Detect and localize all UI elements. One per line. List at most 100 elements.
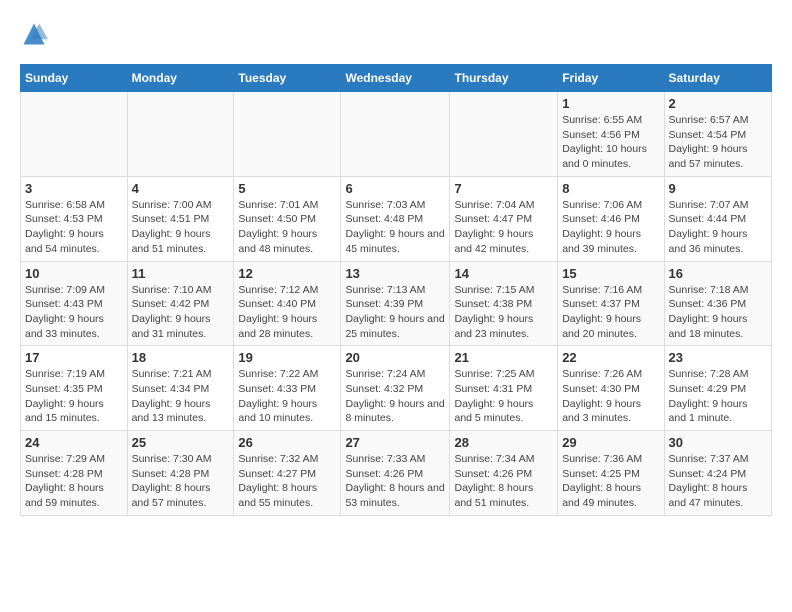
day-info: Sunrise: 7:32 AM Sunset: 4:27 PM Dayligh… bbox=[238, 452, 336, 511]
day-info: Sunrise: 7:12 AM Sunset: 4:40 PM Dayligh… bbox=[238, 283, 336, 342]
week-row-3: 10 Sunrise: 7:09 AM Sunset: 4:43 PM Dayli… bbox=[21, 261, 772, 346]
day-number: 6 bbox=[345, 181, 445, 196]
calendar-cell: 10 Sunrise: 7:09 AM Sunset: 4:43 PM Dayli… bbox=[21, 261, 128, 346]
calendar-cell: 26Sunrise: 7:32 AM Sunset: 4:27 PM Dayli… bbox=[234, 431, 341, 516]
calendar-cell: 17 Sunrise: 7:19 AM Sunset: 4:35 PM Dayli… bbox=[21, 346, 128, 431]
calendar-cell: 4Sunrise: 7:00 AM Sunset: 4:51 PM Daylig… bbox=[127, 176, 234, 261]
day-number: 12 bbox=[238, 266, 336, 281]
calendar-cell: 13 Sunrise: 7:13 AM Sunset: 4:39 PM Dayli… bbox=[341, 261, 450, 346]
day-info: Sunrise: 6:58 AM Sunset: 4:53 PM Dayligh… bbox=[25, 198, 123, 257]
day-info: Sunrise: 7:18 AM Sunset: 4:36 PM Dayligh… bbox=[669, 283, 767, 342]
calendar-cell: 23 Sunrise: 7:28 AM Sunset: 4:29 PM Dayli… bbox=[664, 346, 771, 431]
day-info: Sunrise: 7:04 AM Sunset: 4:47 PM Dayligh… bbox=[454, 198, 553, 257]
day-number: 14 bbox=[454, 266, 553, 281]
calendar-cell: 2 Sunrise: 6:57 AM Sunset: 4:54 PM Daylig… bbox=[664, 92, 771, 177]
day-info: Sunrise: 7:06 AM Sunset: 4:46 PM Dayligh… bbox=[562, 198, 659, 257]
calendar-cell: 14 Sunrise: 7:15 AM Sunset: 4:38 PM Dayli… bbox=[450, 261, 558, 346]
day-info: Sunrise: 7:28 AM Sunset: 4:29 PM Dayligh… bbox=[669, 367, 767, 426]
calendar-cell: 8Sunrise: 7:06 AM Sunset: 4:46 PM Daylig… bbox=[558, 176, 664, 261]
day-info: Sunrise: 7:01 AM Sunset: 4:50 PM Dayligh… bbox=[238, 198, 336, 257]
day-number: 25 bbox=[132, 435, 230, 450]
day-info: Sunrise: 7:16 AM Sunset: 4:37 PM Dayligh… bbox=[562, 283, 659, 342]
day-info: Sunrise: 7:24 AM Sunset: 4:32 PM Dayligh… bbox=[345, 367, 445, 426]
weekday-header-monday: Monday bbox=[127, 65, 234, 92]
day-number: 11 bbox=[132, 266, 230, 281]
day-info: Sunrise: 7:29 AM Sunset: 4:28 PM Dayligh… bbox=[25, 452, 123, 511]
day-number: 17 bbox=[25, 350, 123, 365]
day-info: Sunrise: 7:15 AM Sunset: 4:38 PM Dayligh… bbox=[454, 283, 553, 342]
calendar-cell: 28 Sunrise: 7:34 AM Sunset: 4:26 PM Dayli… bbox=[450, 431, 558, 516]
calendar-cell bbox=[341, 92, 450, 177]
day-number: 7 bbox=[454, 181, 553, 196]
day-info: Sunrise: 7:13 AM Sunset: 4:39 PM Dayligh… bbox=[345, 283, 445, 342]
day-info: Sunrise: 7:09 AM Sunset: 4:43 PM Dayligh… bbox=[25, 283, 123, 342]
day-info: Sunrise: 6:57 AM Sunset: 4:54 PM Dayligh… bbox=[669, 113, 767, 172]
week-row-2: 3 Sunrise: 6:58 AM Sunset: 4:53 PM Daylig… bbox=[21, 176, 772, 261]
calendar-cell: 1 Sunrise: 6:55 AM Sunset: 4:56 PM Daylig… bbox=[558, 92, 664, 177]
day-number: 24 bbox=[25, 435, 123, 450]
day-info: Sunrise: 7:22 AM Sunset: 4:33 PM Dayligh… bbox=[238, 367, 336, 426]
calendar-cell: 25 Sunrise: 7:30 AM Sunset: 4:28 PM Dayli… bbox=[127, 431, 234, 516]
day-info: Sunrise: 7:34 AM Sunset: 4:26 PM Dayligh… bbox=[454, 452, 553, 511]
weekday-header-sunday: Sunday bbox=[21, 65, 128, 92]
calendar-cell bbox=[234, 92, 341, 177]
day-info: Sunrise: 7:19 AM Sunset: 4:35 PM Dayligh… bbox=[25, 367, 123, 426]
weekday-header-row: SundayMondayTuesdayWednesdayThursdayFrid… bbox=[21, 65, 772, 92]
header bbox=[20, 20, 772, 48]
day-number: 23 bbox=[669, 350, 767, 365]
day-number: 29 bbox=[562, 435, 659, 450]
calendar-cell bbox=[450, 92, 558, 177]
day-number: 3 bbox=[25, 181, 123, 196]
day-info: Sunrise: 7:10 AM Sunset: 4:42 PM Dayligh… bbox=[132, 283, 230, 342]
day-number: 28 bbox=[454, 435, 553, 450]
calendar-cell: 19Sunrise: 7:22 AM Sunset: 4:33 PM Dayli… bbox=[234, 346, 341, 431]
day-info: Sunrise: 7:00 AM Sunset: 4:51 PM Dayligh… bbox=[132, 198, 230, 257]
day-number: 10 bbox=[25, 266, 123, 281]
calendar-cell: 16 Sunrise: 7:18 AM Sunset: 4:36 PM Dayli… bbox=[664, 261, 771, 346]
day-info: Sunrise: 7:26 AM Sunset: 4:30 PM Dayligh… bbox=[562, 367, 659, 426]
week-row-4: 17 Sunrise: 7:19 AM Sunset: 4:35 PM Dayli… bbox=[21, 346, 772, 431]
calendar-cell bbox=[21, 92, 128, 177]
weekday-header-wednesday: Wednesday bbox=[341, 65, 450, 92]
day-number: 16 bbox=[669, 266, 767, 281]
day-info: Sunrise: 7:30 AM Sunset: 4:28 PM Dayligh… bbox=[132, 452, 230, 511]
calendar-cell: 7 Sunrise: 7:04 AM Sunset: 4:47 PM Daylig… bbox=[450, 176, 558, 261]
day-number: 27 bbox=[345, 435, 445, 450]
day-number: 21 bbox=[454, 350, 553, 365]
calendar-cell bbox=[127, 92, 234, 177]
day-number: 30 bbox=[669, 435, 767, 450]
day-number: 15 bbox=[562, 266, 659, 281]
calendar-cell: 22Sunrise: 7:26 AM Sunset: 4:30 PM Dayli… bbox=[558, 346, 664, 431]
day-info: Sunrise: 7:03 AM Sunset: 4:48 PM Dayligh… bbox=[345, 198, 445, 257]
day-number: 20 bbox=[345, 350, 445, 365]
day-info: Sunrise: 7:21 AM Sunset: 4:34 PM Dayligh… bbox=[132, 367, 230, 426]
week-row-1: 1 Sunrise: 6:55 AM Sunset: 4:56 PM Daylig… bbox=[21, 92, 772, 177]
calendar-table: SundayMondayTuesdayWednesdayThursdayFrid… bbox=[20, 64, 772, 516]
day-info: Sunrise: 7:25 AM Sunset: 4:31 PM Dayligh… bbox=[454, 367, 553, 426]
calendar-cell: 21 Sunrise: 7:25 AM Sunset: 4:31 PM Dayli… bbox=[450, 346, 558, 431]
calendar-cell: 27 Sunrise: 7:33 AM Sunset: 4:26 PM Dayli… bbox=[341, 431, 450, 516]
day-number: 18 bbox=[132, 350, 230, 365]
logo bbox=[20, 20, 52, 48]
day-number: 9 bbox=[669, 181, 767, 196]
weekday-header-saturday: Saturday bbox=[664, 65, 771, 92]
calendar-cell: 11 Sunrise: 7:10 AM Sunset: 4:42 PM Dayli… bbox=[127, 261, 234, 346]
calendar-cell: 5 Sunrise: 7:01 AM Sunset: 4:50 PM Daylig… bbox=[234, 176, 341, 261]
day-number: 13 bbox=[345, 266, 445, 281]
day-number: 5 bbox=[238, 181, 336, 196]
day-number: 2 bbox=[669, 96, 767, 111]
day-info: Sunrise: 7:33 AM Sunset: 4:26 PM Dayligh… bbox=[345, 452, 445, 511]
calendar-cell: 18 Sunrise: 7:21 AM Sunset: 4:34 PM Dayli… bbox=[127, 346, 234, 431]
day-number: 1 bbox=[562, 96, 659, 111]
calendar-cell: 29 Sunrise: 7:36 AM Sunset: 4:25 PM Dayli… bbox=[558, 431, 664, 516]
week-row-5: 24 Sunrise: 7:29 AM Sunset: 4:28 PM Dayli… bbox=[21, 431, 772, 516]
day-info: Sunrise: 7:36 AM Sunset: 4:25 PM Dayligh… bbox=[562, 452, 659, 511]
calendar-cell: 3 Sunrise: 6:58 AM Sunset: 4:53 PM Daylig… bbox=[21, 176, 128, 261]
logo-icon bbox=[20, 20, 48, 48]
calendar-cell: 12 Sunrise: 7:12 AM Sunset: 4:40 PM Dayli… bbox=[234, 261, 341, 346]
calendar-cell: 24 Sunrise: 7:29 AM Sunset: 4:28 PM Dayli… bbox=[21, 431, 128, 516]
calendar-cell: 20 Sunrise: 7:24 AM Sunset: 4:32 PM Dayli… bbox=[341, 346, 450, 431]
day-info: Sunrise: 6:55 AM Sunset: 4:56 PM Dayligh… bbox=[562, 113, 659, 172]
calendar-cell: 9Sunrise: 7:07 AM Sunset: 4:44 PM Daylig… bbox=[664, 176, 771, 261]
calendar-cell: 30Sunrise: 7:37 AM Sunset: 4:24 PM Dayli… bbox=[664, 431, 771, 516]
